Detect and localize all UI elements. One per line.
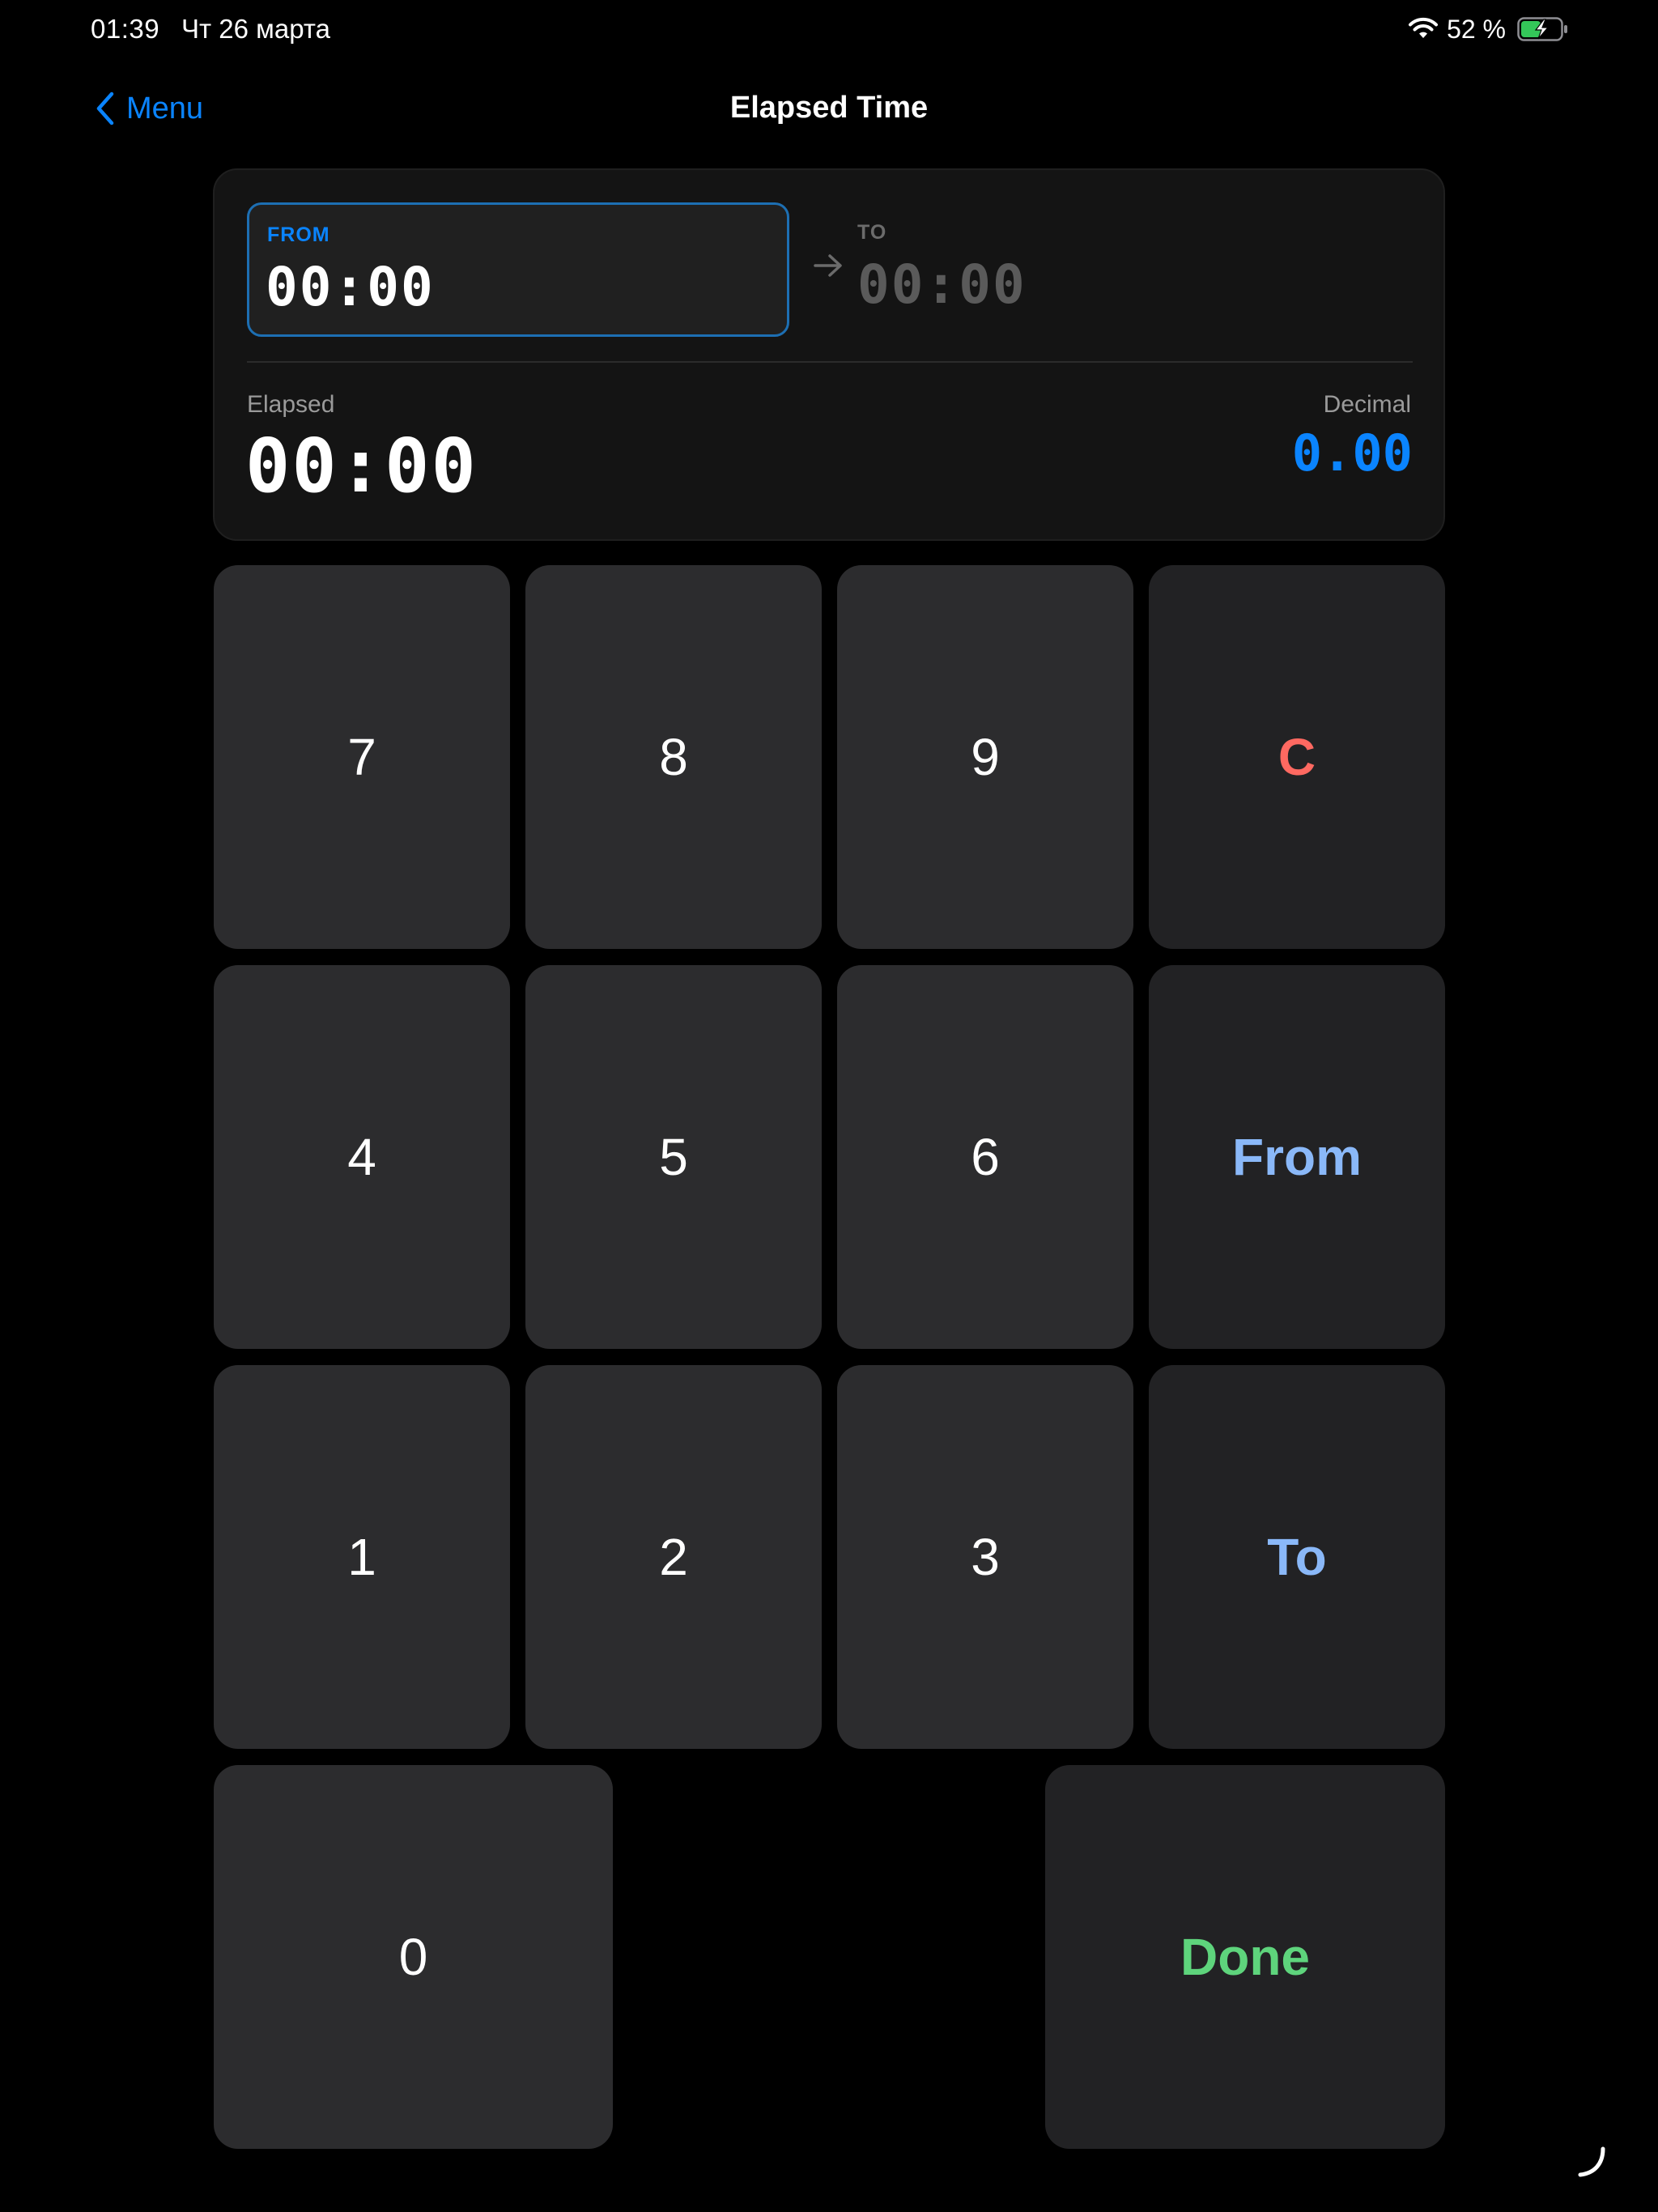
status-bar: 01:39 Чт 26 марта 52 %: [0, 0, 1658, 58]
key-6[interactable]: 6: [837, 965, 1133, 1349]
from-value: 00:00: [266, 256, 435, 318]
key-2[interactable]: 2: [525, 1365, 822, 1749]
key-0[interactable]: 0: [214, 1765, 613, 2149]
key-3[interactable]: 3: [837, 1365, 1133, 1749]
page-title: Elapsed Time: [729, 91, 929, 125]
select-to-button[interactable]: To: [1149, 1365, 1445, 1749]
key-4[interactable]: 4: [214, 965, 510, 1349]
key-1[interactable]: 1: [214, 1365, 510, 1749]
done-button[interactable]: Done: [1045, 1765, 1445, 2149]
key-9[interactable]: 9: [837, 565, 1133, 949]
status-date: Чт 26 марта: [181, 14, 330, 44]
elapsed-value: 00:00: [245, 423, 478, 509]
clear-button[interactable]: C: [1149, 565, 1445, 949]
key-5[interactable]: 5: [525, 965, 822, 1349]
wifi-icon: [1408, 17, 1439, 41]
to-value: 00:00: [857, 253, 1027, 316]
from-label: FROM: [267, 223, 330, 246]
to-field[interactable]: TO 00:00: [857, 202, 1400, 337]
navigation-bar: Menu Elapsed Time: [0, 73, 1658, 141]
resize-handle-icon[interactable]: [1574, 2144, 1609, 2180]
key-7[interactable]: 7: [214, 565, 510, 949]
status-time: 01:39: [91, 14, 160, 44]
from-field[interactable]: FROM 00:00: [247, 202, 789, 337]
divider: [247, 361, 1413, 363]
select-from-button[interactable]: From: [1149, 965, 1445, 1349]
status-indicators: 52 %: [1408, 11, 1569, 47]
key-8[interactable]: 8: [525, 565, 822, 949]
decimal-value: 0.00: [1291, 423, 1413, 483]
elapsed-label: Elapsed: [247, 391, 335, 418]
to-label: TO: [857, 221, 887, 244]
time-display-card: FROM 00:00 TO 00:00 Elapsed 00:00 Decima…: [213, 168, 1445, 541]
battery-charging-icon: [1517, 16, 1569, 42]
arrow-right-icon: [812, 253, 844, 279]
decimal-label: Decimal: [1323, 391, 1411, 418]
battery-percent: 52 %: [1447, 15, 1506, 44]
